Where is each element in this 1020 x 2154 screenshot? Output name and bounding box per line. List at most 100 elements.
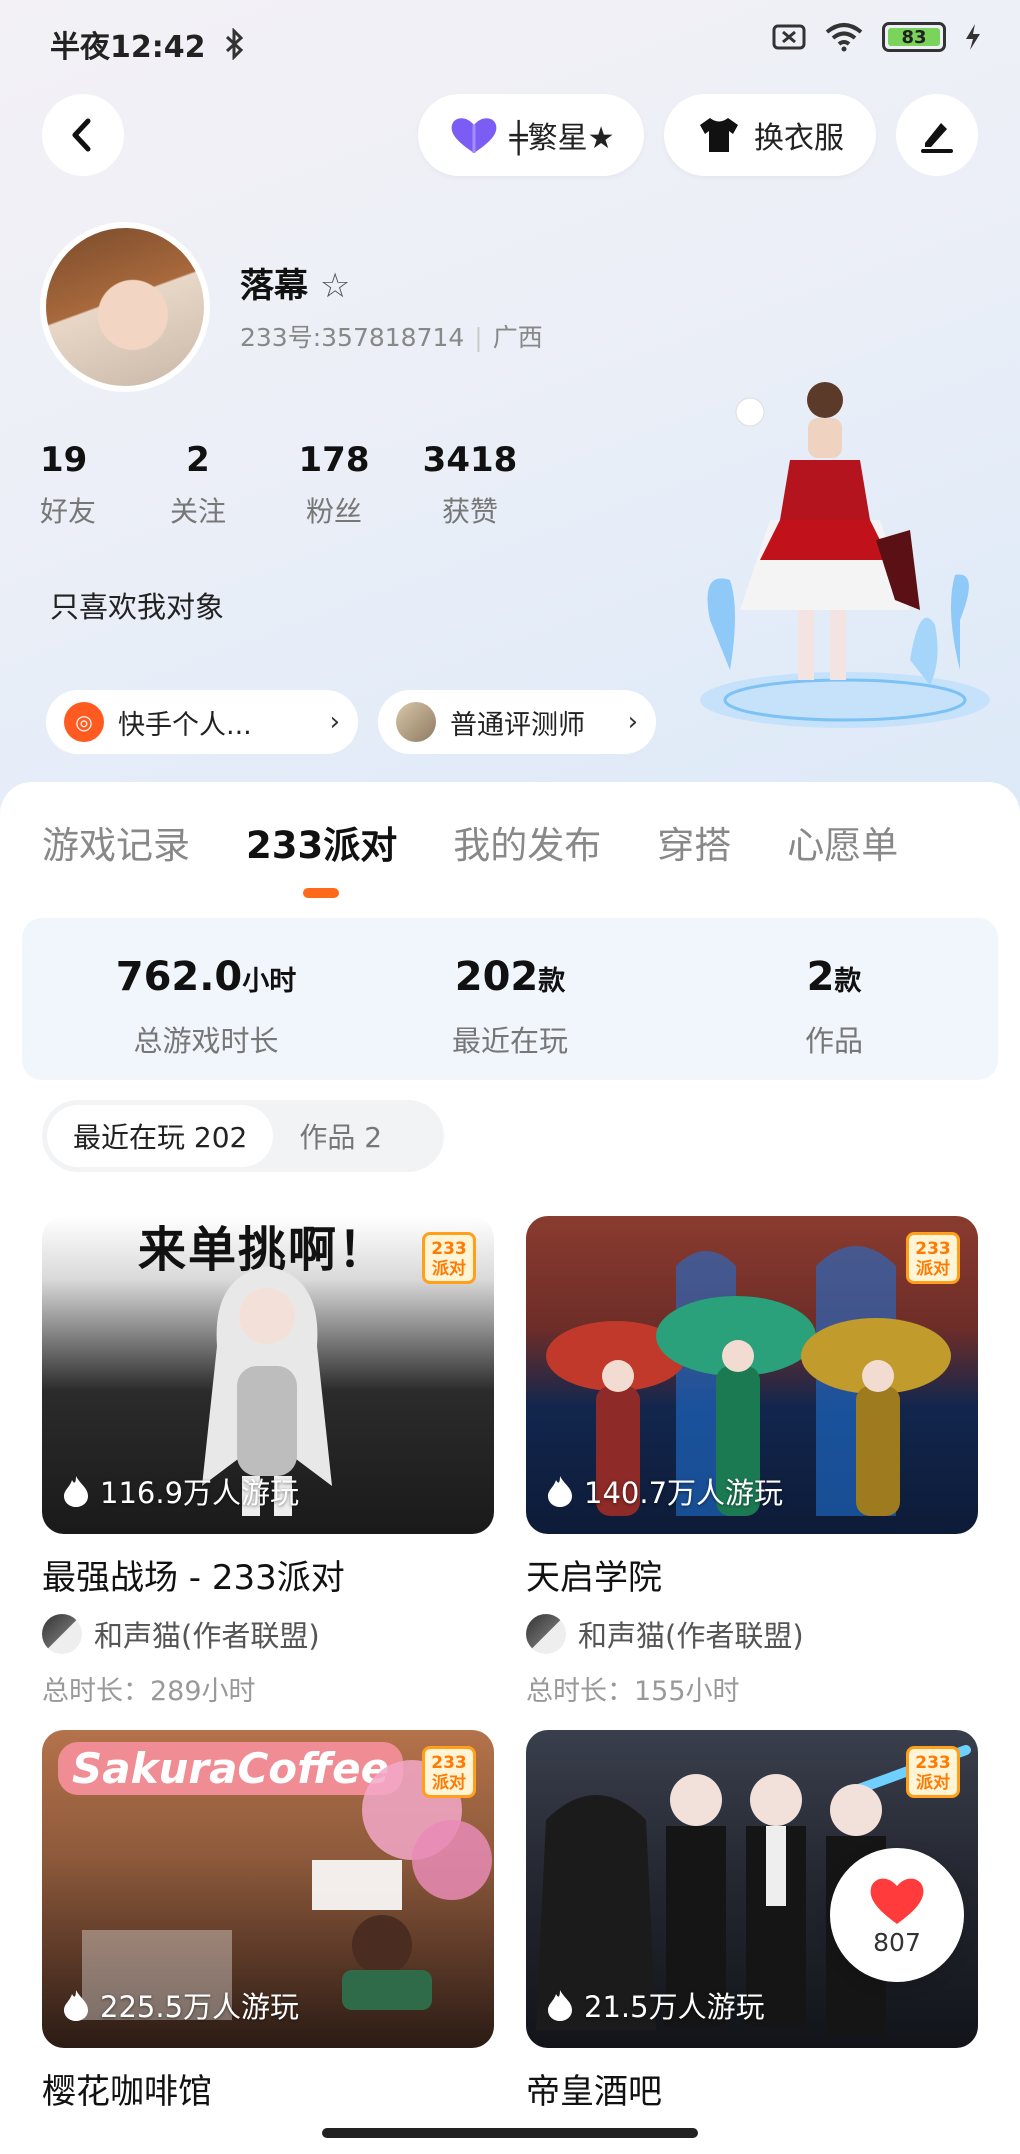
- stat-fans[interactable]: 178 粉丝: [266, 440, 402, 530]
- stat-likes[interactable]: 3418 获赞: [402, 440, 538, 530]
- change-outfit-label: 换衣服: [754, 121, 844, 156]
- like-button[interactable]: 807: [830, 1848, 964, 1982]
- profile-stats: 19 好友 2 关注 178 粉丝 3418 获赞: [40, 440, 538, 530]
- profile-tabs: 游戏记录 233派对 我的发布 穿搭 心愿单: [42, 815, 954, 869]
- game-title: 天启学院: [526, 1558, 662, 1598]
- game-title: 最强战场 - 233派对: [42, 1558, 345, 1598]
- battery-level: 83: [901, 26, 927, 48]
- charging-icon: [966, 24, 980, 50]
- fire-icon: [64, 1476, 88, 1507]
- avatar[interactable]: [40, 222, 210, 392]
- chevron-left-icon: [72, 118, 91, 152]
- play-count-label: 225.5万人游玩: [100, 1990, 300, 2024]
- stat-label: 关注: [169, 495, 226, 528]
- fire-icon: [64, 1990, 88, 2021]
- stat-label: 粉丝: [305, 495, 362, 528]
- stat-following[interactable]: 2 关注: [130, 440, 266, 530]
- chevron-right-icon: ›: [329, 707, 340, 737]
- tab-wishlist[interactable]: 心愿单: [787, 815, 898, 869]
- play-count: 140.7万人游玩: [546, 1470, 783, 1512]
- reviewer-avatar-icon: [396, 702, 436, 742]
- status-bar-right: 83: [772, 22, 982, 52]
- segment-recent-playing[interactable]: 最近在玩 202: [47, 1105, 274, 1167]
- summary-unit: 款: [538, 966, 566, 997]
- summary-total-time: 762.0小时 总游戏时长: [56, 954, 356, 1060]
- author-name: 和声猫(作者联盟): [578, 1619, 804, 1653]
- summary-label: 总游戏时长: [133, 1024, 279, 1058]
- play-count-label: 21.5万人游玩: [584, 1990, 765, 2024]
- party-233-badge: 233 派对: [422, 1232, 476, 1284]
- sim-off-icon: [772, 24, 806, 50]
- user-id: 233号:357818714 | 广西: [240, 323, 543, 352]
- summary-works: 2款 作品: [684, 954, 984, 1060]
- stat-label: 获赞: [441, 495, 498, 528]
- shirt-icon: [700, 118, 738, 152]
- game-author[interactable]: 和声猫(作者联盟): [526, 1613, 978, 1655]
- reviewer-chip[interactable]: 普通评测师 ›: [378, 690, 656, 754]
- play-count: 21.5万人游玩: [546, 1984, 765, 2026]
- edit-profile-button[interactable]: [896, 94, 978, 176]
- play-count-label: 140.7万人游玩: [584, 1476, 784, 1510]
- game-thumbnail: 来单挑啊！ 233 派对 116.9万人游玩: [42, 1216, 494, 1534]
- wifi-icon: [825, 23, 863, 52]
- play-count-label: 116.9万人游玩: [100, 1476, 300, 1510]
- summary-label: 最近在玩: [451, 1024, 568, 1058]
- party-233-badge: 233 派对: [906, 1232, 960, 1284]
- tab-my-posts[interactable]: 我的发布: [453, 815, 601, 869]
- active-tab-indicator: [303, 888, 339, 898]
- home-indicator[interactable]: [322, 2128, 698, 2138]
- game-title: 樱花咖啡馆: [42, 2072, 212, 2112]
- kuaishou-icon: ◎: [64, 702, 104, 742]
- recent-works-toggle: 最近在玩 202 作品 2: [42, 1100, 444, 1172]
- tab-game-records[interactable]: 游戏记录: [42, 815, 190, 869]
- summary-value: 762.0: [115, 954, 243, 1000]
- stat-friends[interactable]: 19 好友: [40, 440, 130, 530]
- battery-indicator: 83: [882, 22, 946, 52]
- author-avatar: [526, 1614, 566, 1654]
- stat-value: 178: [298, 440, 370, 480]
- game-card[interactable]: 来单挑啊！ 233 派对 116.9万人游玩 最强战场 - 233派对 和声猫(作…: [42, 1216, 494, 1708]
- summary-value: 202: [454, 954, 539, 1000]
- region: 广西: [492, 323, 543, 352]
- chevron-right-icon: ›: [627, 707, 638, 737]
- play-duration: 总时长：155小时: [526, 1676, 740, 1707]
- avatar-image: [46, 228, 204, 386]
- party-233-badge: 233 派对: [906, 1746, 960, 1798]
- star-rank-label: ╪繁星★: [509, 121, 615, 156]
- play-duration: 总时长：289小时: [42, 1676, 256, 1707]
- summary-recent-games: 202款 最近在玩: [360, 954, 660, 1060]
- chip-label: 快手个人...: [118, 709, 252, 741]
- user-name: 落幕 ☆: [240, 266, 351, 306]
- like-count: 807: [873, 1927, 921, 1957]
- name-star: ☆: [319, 266, 351, 306]
- change-outfit-button[interactable]: 换衣服: [664, 94, 876, 176]
- stat-value: 2: [186, 440, 210, 480]
- pencil-icon: [921, 123, 953, 153]
- stat-label: 好友: [40, 495, 97, 528]
- tab-233-party[interactable]: 233派对: [246, 815, 397, 869]
- game-author[interactable]: 和声猫(作者联盟): [42, 1613, 494, 1655]
- game-title: 帝皇酒吧: [526, 2072, 662, 2112]
- status-bar-left: 半夜12:42: [50, 22, 246, 66]
- kuaishou-link-chip[interactable]: ◎ 快手个人... ›: [46, 690, 358, 754]
- bio: 只喜欢我对象: [50, 590, 225, 624]
- game-card[interactable]: 233 派对 140.7万人游玩 天启学院 和声猫(作者联盟) 总时长：155小时: [526, 1216, 978, 1708]
- heart-gem-icon: [451, 118, 496, 153]
- chip-label: 普通评测师: [450, 709, 585, 741]
- stat-value: 3418: [422, 440, 518, 480]
- party-233-badge: 233 派对: [422, 1746, 476, 1798]
- bluetooth-icon: [225, 28, 243, 60]
- summary-value: 2: [806, 954, 835, 1000]
- back-button[interactable]: [42, 94, 124, 176]
- avatar-3d-character[interactable]: [680, 370, 1010, 740]
- segment-works[interactable]: 作品 2: [273, 1105, 408, 1167]
- play-count: 225.5万人游玩: [62, 1984, 299, 2026]
- author-avatar: [42, 1614, 82, 1654]
- author-name: 和声猫(作者联盟): [94, 1619, 320, 1653]
- fire-icon: [548, 1990, 572, 2021]
- fire-icon: [548, 1476, 572, 1507]
- game-card[interactable]: SakuraCoffee 233 派对 225.5万人游玩 樱花咖啡馆: [42, 1730, 494, 2113]
- star-rank-button[interactable]: ╪繁星★: [418, 94, 644, 176]
- tab-outfits[interactable]: 穿搭: [657, 815, 731, 869]
- play-summary-card: 762.0小时 总游戏时长 202款 最近在玩 2款 作品: [22, 918, 998, 1080]
